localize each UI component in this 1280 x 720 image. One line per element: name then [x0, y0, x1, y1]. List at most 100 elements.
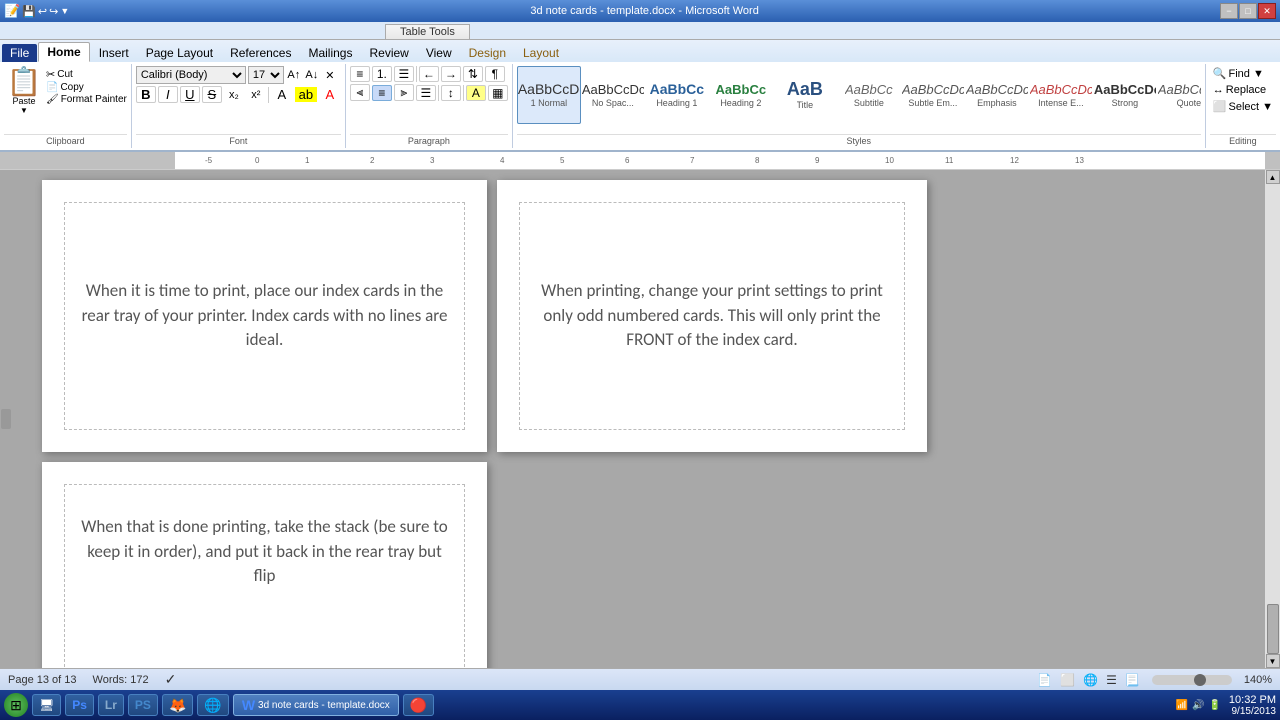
- word-icon: 📝: [4, 3, 20, 19]
- clipboard-group-label: Clipboard: [4, 134, 127, 146]
- font-size-select[interactable]: 17: [248, 66, 284, 84]
- clock[interactable]: 10:32 PM 9/15/2013: [1229, 694, 1276, 717]
- font-family-select[interactable]: Calibri (Body): [136, 66, 246, 84]
- italic-button[interactable]: I: [158, 86, 178, 103]
- format-painter-button[interactable]: 🖌 Format Painter: [46, 94, 127, 105]
- minimize-button[interactable]: −: [1220, 3, 1238, 19]
- tab-review[interactable]: Review: [361, 44, 416, 62]
- view-full-screen[interactable]: ⬜: [1060, 673, 1075, 687]
- style-item-8[interactable]: AaBbCcDcIntense E...: [1029, 66, 1093, 124]
- justify-button[interactable]: ☰: [416, 85, 436, 101]
- shading-button[interactable]: A: [466, 85, 486, 101]
- card-inner-1[interactable]: When it is time to print, place our inde…: [64, 202, 465, 430]
- scroll-thumb[interactable]: [1267, 604, 1279, 654]
- quick-redo[interactable]: ↪: [49, 5, 58, 18]
- style-item-0[interactable]: AaBbCcDc1 Normal: [517, 66, 581, 124]
- replace-button[interactable]: ↔ Replace: [1210, 83, 1269, 97]
- maximize-button[interactable]: □: [1239, 3, 1257, 19]
- increase-indent-button[interactable]: →: [441, 66, 461, 82]
- taskbar-btn-photoshop[interactable]: PS: [128, 694, 158, 716]
- sort-button[interactable]: ⇅: [463, 66, 483, 82]
- tab-references[interactable]: References: [222, 44, 299, 62]
- tab-file[interactable]: File: [2, 44, 37, 62]
- select-button[interactable]: ⬜ Select ▼: [1210, 99, 1276, 114]
- copy-button[interactable]: 📄 Copy: [46, 82, 127, 93]
- align-left-button[interactable]: ⫷: [350, 84, 370, 101]
- align-center-button[interactable]: ≡: [372, 85, 392, 101]
- bold-button[interactable]: B: [136, 86, 156, 103]
- find-button[interactable]: 🔍 Find ▼: [1210, 66, 1267, 81]
- card-inner-2[interactable]: When printing, change your print setting…: [519, 202, 905, 430]
- bullets-button[interactable]: ≡: [350, 66, 370, 82]
- show-formatting-button[interactable]: ¶: [485, 66, 505, 82]
- quick-undo[interactable]: ↩: [38, 5, 47, 18]
- style-preview-8: AaBbCcDc: [1030, 83, 1092, 96]
- multilevel-button[interactable]: ☰: [394, 66, 414, 82]
- view-draft[interactable]: 📃: [1125, 673, 1140, 687]
- subscript-button[interactable]: x₂: [224, 89, 244, 101]
- scroll-up-button[interactable]: ▲: [1266, 170, 1280, 184]
- clear-formatting-button[interactable]: ✕: [322, 69, 338, 82]
- taskbar-btn-chrome[interactable]: 🌐: [197, 694, 228, 716]
- vertical-scrollbar[interactable]: ▲ ▼: [1265, 170, 1280, 668]
- numbering-button[interactable]: 1.: [372, 66, 392, 82]
- superscript-button[interactable]: x²: [246, 89, 266, 101]
- cut-button[interactable]: ✂ Cut: [46, 68, 127, 81]
- style-item-7[interactable]: AaBbCcDcEmphasis: [965, 66, 1029, 124]
- card-inner-3[interactable]: When that is done printing, take the sta…: [64, 484, 465, 668]
- zoom-slider[interactable]: [1152, 675, 1232, 685]
- borders-button[interactable]: ▦: [488, 85, 508, 101]
- start-button[interactable]: ⊞: [4, 693, 28, 717]
- tab-view[interactable]: View: [418, 44, 460, 62]
- left-scroll-indicator[interactable]: [0, 170, 12, 668]
- tab-mailings[interactable]: Mailings: [300, 44, 360, 62]
- strikethrough-button[interactable]: S: [202, 86, 222, 103]
- style-item-4[interactable]: AaBTitle: [773, 66, 837, 124]
- view-web[interactable]: 🌐: [1083, 673, 1098, 687]
- page-indicator[interactable]: Page 13 of 13: [8, 674, 77, 686]
- close-button[interactable]: ✕: [1258, 3, 1276, 19]
- style-preview-9: AaBbCcDc: [1094, 83, 1156, 96]
- style-item-1[interactable]: AaBbCcDcNo Spac...: [581, 66, 645, 124]
- taskbar-btn-system[interactable]: 🖥: [32, 694, 61, 716]
- underline-button[interactable]: U: [180, 86, 200, 103]
- style-preview-10: AaBbCcDc: [1158, 83, 1201, 96]
- style-item-2[interactable]: AaBbCcHeading 1: [645, 66, 709, 124]
- style-item-5[interactable]: AaBbCcSubtitle: [837, 66, 901, 124]
- font-grow-button[interactable]: A↑: [286, 69, 302, 81]
- paste-button[interactable]: 📋 Paste ▼: [4, 66, 44, 117]
- decrease-indent-button[interactable]: ←: [419, 66, 439, 82]
- style-item-6[interactable]: AaBbCcDcSubtle Em...: [901, 66, 965, 124]
- taskbar-btn-vlc[interactable]: 🔴: [403, 694, 434, 716]
- font-shrink-button[interactable]: A↓: [304, 69, 320, 81]
- taskbar-btn-ps[interactable]: Ps: [65, 694, 94, 716]
- font-color-button[interactable]: A: [319, 87, 341, 102]
- style-item-10[interactable]: AaBbCcDcQuote: [1157, 66, 1201, 124]
- view-print-layout[interactable]: 📄: [1037, 673, 1052, 687]
- quick-save[interactable]: 💾: [22, 5, 36, 18]
- tab-design[interactable]: Design: [461, 44, 514, 62]
- tab-layout[interactable]: Layout: [515, 44, 567, 62]
- taskbar-btn-word[interactable]: W 3d note cards - template.docx: [233, 694, 399, 716]
- style-item-9[interactable]: AaBbCcDcStrong: [1093, 66, 1157, 124]
- status-bar: Page 13 of 13 Words: 172 ✓ 📄 ⬜ 🌐 ☰ 📃 140…: [0, 668, 1280, 690]
- card-page-3: When that is done printing, take the sta…: [42, 462, 487, 668]
- taskbar-btn-lr[interactable]: Lr: [98, 694, 124, 716]
- align-right-button[interactable]: ⫸: [394, 84, 414, 101]
- line-spacing-button[interactable]: ↕: [441, 85, 461, 101]
- style-item-3[interactable]: AaBbCcHeading 2: [709, 66, 773, 124]
- paragraph-group-label: Paragraph: [350, 134, 508, 146]
- card-text-2: When printing, change your print setting…: [536, 279, 888, 353]
- scroll-down-button[interactable]: ▼: [1266, 654, 1280, 668]
- tab-page-layout[interactable]: Page Layout: [138, 44, 221, 62]
- view-outline[interactable]: ☰: [1106, 673, 1117, 687]
- word-count[interactable]: Words: 172: [93, 674, 149, 686]
- taskbar-btn-firefox[interactable]: 🦊: [162, 694, 193, 716]
- tab-insert[interactable]: Insert: [91, 44, 137, 62]
- zoom-level[interactable]: 140%: [1244, 674, 1272, 686]
- text-effects-button[interactable]: A: [271, 87, 293, 102]
- text-highlight-button[interactable]: ab: [295, 87, 317, 102]
- editing-group-label: Editing: [1210, 134, 1276, 146]
- tab-home[interactable]: Home: [38, 42, 89, 62]
- quick-dropdown[interactable]: ▼: [60, 6, 69, 16]
